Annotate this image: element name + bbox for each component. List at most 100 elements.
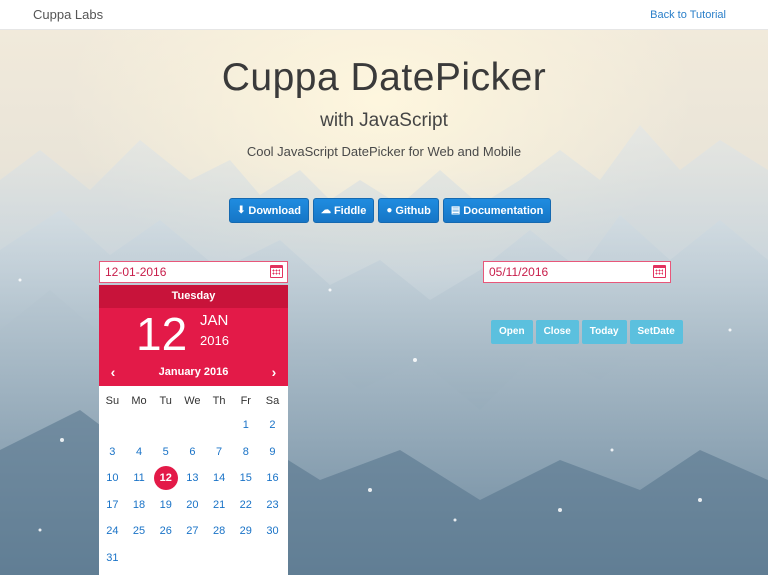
chevron-left-icon[interactable]: ‹ xyxy=(103,359,123,385)
day-cell[interactable]: 29 xyxy=(232,518,259,545)
day-cell[interactable]: 15 xyxy=(232,465,259,492)
day-cell[interactable]: 24 xyxy=(99,518,126,545)
day-number: 25 xyxy=(132,525,146,538)
selected-month: JAN xyxy=(200,312,229,329)
day-cell[interactable]: 11 xyxy=(126,465,153,492)
navbar: Cuppa Labs Back to Tutorial xyxy=(0,0,768,30)
page-title: Cuppa DatePicker xyxy=(221,56,547,99)
datepicker-input-2-value: 05/11/2016 xyxy=(489,265,549,279)
day-cell[interactable]: 7 xyxy=(206,439,233,466)
back-to-tutorial-link[interactable]: Back to Tutorial xyxy=(650,9,726,21)
calendar-icon[interactable] xyxy=(270,265,283,278)
weekday-header: We xyxy=(184,395,201,407)
documentation-button-label: Documentation xyxy=(463,204,544,217)
selected-date-display: 12 JAN 2016 xyxy=(99,308,288,359)
selected-year: 2016 xyxy=(200,333,229,348)
day-number: 24 xyxy=(106,525,119,538)
day-number: 13 xyxy=(186,472,199,485)
day-number: 4 xyxy=(135,445,143,458)
empty-day-cell xyxy=(206,412,233,439)
github-button[interactable]: ● Github xyxy=(378,198,439,223)
day-number: 28 xyxy=(212,525,226,538)
brand-logo-text[interactable]: Cuppa Labs xyxy=(33,7,103,22)
day-cell[interactable]: 31 xyxy=(99,545,126,572)
month-navigation: ‹ January 2016 › xyxy=(99,359,288,386)
open-button[interactable]: Open xyxy=(491,320,533,344)
day-cell[interactable]: 21 xyxy=(206,492,233,519)
today-button[interactable]: Today xyxy=(581,320,627,344)
calendar-days-grid: Su Mo Tu We Th Fr Sa 1 2 3 4 5 6 7 8 9 10 11 12 13 14 15 16 17 1… xyxy=(99,386,288,572)
set-date-button[interactable]: SetDate xyxy=(629,320,683,344)
day-number: 27 xyxy=(186,525,199,538)
day-cell[interactable]: 20 xyxy=(179,492,206,519)
day-number: 12 xyxy=(153,466,178,491)
day-number: 7 xyxy=(216,445,223,458)
weekday-header: Fr xyxy=(240,395,251,407)
day-cell[interactable]: 10 xyxy=(99,465,126,492)
day-cell[interactable]: 9 xyxy=(259,439,286,466)
download-icon: ⬇ xyxy=(237,205,246,216)
day-cell[interactable]: 18 xyxy=(126,492,153,519)
day-number: 1 xyxy=(242,419,249,431)
calendar-icon[interactable] xyxy=(653,265,666,278)
day-cell[interactable]: 23 xyxy=(259,492,286,519)
weekday-header: Mo xyxy=(131,395,147,407)
empty-day-cell xyxy=(179,412,206,439)
day-cell[interactable]: 30 xyxy=(259,518,286,545)
day-number: 10 xyxy=(106,472,119,485)
day-number: 18 xyxy=(132,498,146,511)
day-cell[interactable]: 17 xyxy=(99,492,126,519)
day-cell[interactable]: 22 xyxy=(232,492,259,519)
day-number: 16 xyxy=(266,472,279,485)
day-number: 21 xyxy=(212,498,226,511)
chevron-right-icon[interactable]: › xyxy=(264,359,284,385)
day-cell-selected[interactable]: 12 xyxy=(152,465,179,492)
resource-buttons: ⬇ Download ☁ Fiddle ● Github ▤ Documenta… xyxy=(229,198,552,223)
day-number: 11 xyxy=(133,472,145,485)
day-cell[interactable]: 13 xyxy=(179,465,206,492)
day-number: 23 xyxy=(266,498,279,511)
day-number: 6 xyxy=(189,445,196,458)
fiddle-button[interactable]: ☁ Fiddle xyxy=(312,198,375,223)
day-cell[interactable]: 1 xyxy=(232,412,259,439)
day-cell[interactable]: 8 xyxy=(232,439,259,466)
selected-day-number: 12 xyxy=(136,308,188,360)
github-icon: ● xyxy=(386,205,393,216)
page-tagline: Cool JavaScript DatePicker for Web and M… xyxy=(246,144,522,159)
day-number: 8 xyxy=(242,445,249,458)
day-number: 26 xyxy=(159,525,172,538)
weekday-header: Tu xyxy=(159,395,172,407)
datepicker-action-buttons: Open Close Today SetDate xyxy=(491,320,683,344)
day-cell[interactable]: 28 xyxy=(206,518,233,545)
github-button-label: Github xyxy=(395,204,431,217)
download-button[interactable]: ⬇ Download xyxy=(229,198,309,223)
day-cell[interactable]: 5 xyxy=(152,439,179,466)
datepicker-input-1[interactable]: 12-01-2016 xyxy=(99,261,288,283)
empty-day-cell xyxy=(126,412,153,439)
day-number: 19 xyxy=(159,498,172,511)
datepicker-input-2[interactable]: 05/11/2016 xyxy=(483,261,671,283)
empty-day-cell xyxy=(152,412,179,439)
day-number: 22 xyxy=(239,498,252,511)
day-cell[interactable]: 14 xyxy=(206,465,233,492)
selected-day-name: Tuesday xyxy=(99,285,288,308)
day-number: 17 xyxy=(106,498,119,511)
close-button[interactable]: Close xyxy=(535,320,579,344)
day-cell[interactable]: 6 xyxy=(179,439,206,466)
day-cell[interactable]: 27 xyxy=(179,518,206,545)
day-cell[interactable]: 25 xyxy=(126,518,153,545)
day-number: 5 xyxy=(162,445,169,458)
empty-day-cell xyxy=(99,412,126,439)
cloud-icon: ☁ xyxy=(320,205,331,216)
datepicker-input-1-value: 12-01-2016 xyxy=(105,265,167,279)
fiddle-button-label: Fiddle xyxy=(333,204,367,217)
calendar-popup: Tuesday 12 JAN 2016 ‹ January 2016 › Su M… xyxy=(99,285,288,575)
day-cell[interactable]: 2 xyxy=(259,412,286,439)
day-cell[interactable]: 4 xyxy=(126,439,153,466)
day-cell[interactable]: 19 xyxy=(152,492,179,519)
day-cell[interactable]: 16 xyxy=(259,465,286,492)
documentation-button[interactable]: ▤ Documentation xyxy=(442,198,552,223)
day-cell[interactable]: 26 xyxy=(152,518,179,545)
current-month-year: January 2016 xyxy=(158,366,229,378)
day-cell[interactable]: 3 xyxy=(99,439,126,466)
